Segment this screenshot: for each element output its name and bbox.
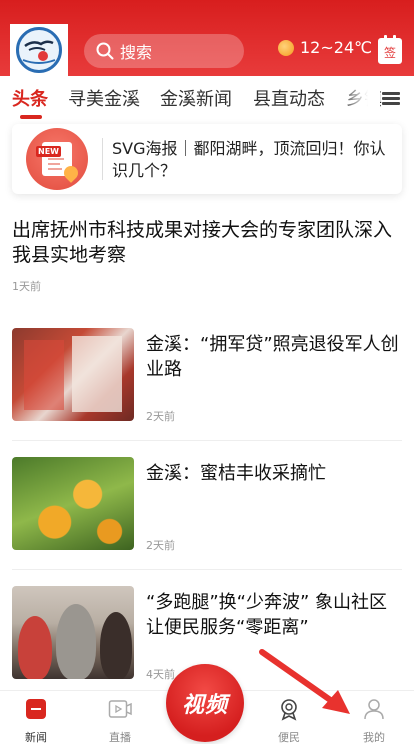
flame-icon: [61, 163, 81, 183]
video-center-button[interactable]: 视频: [166, 664, 244, 742]
news-title: “多跑腿”换“少奔波” 象山社区让便民服务“零距离”: [146, 592, 388, 638]
channel-tabs: 头条 寻美金溪 金溪新闻 县直动态 乡镇: [0, 76, 414, 120]
search-bar[interactable]: 搜索: [84, 34, 244, 68]
nav-profile[interactable]: 我的: [344, 697, 404, 744]
weather-temperature: 12~24℃: [300, 38, 373, 57]
promo-text: SVG海报｜鄱阳湖畔，顶流回归！你认识几个？: [112, 139, 386, 180]
news-thumbnail: [12, 586, 134, 679]
nav-label: 我的: [363, 731, 385, 744]
list-divider: [12, 440, 402, 441]
news-icon: [26, 699, 46, 719]
nav-label: 直播: [109, 731, 131, 744]
list-divider: [12, 569, 402, 570]
news-time: 2天前: [146, 539, 175, 552]
feature-article-title[interactable]: 出席抚州市科技成果对接大会的专家团队深入我县实地考察: [12, 218, 404, 268]
logo-emblem-icon: [16, 27, 62, 73]
news-title: 金溪：蜜桔丰收采摘忙: [146, 463, 326, 484]
active-tab-indicator: [20, 115, 42, 119]
nav-label: 新闻: [25, 731, 47, 744]
news-time: 4天前: [146, 668, 175, 681]
list-item[interactable]: 金溪：“拥军贷”照亮退役军人创业路 2天前: [0, 316, 414, 444]
tab-scroll-fade: [340, 76, 380, 120]
nav-news[interactable]: 新闻: [6, 697, 66, 744]
search-placeholder: 搜索: [120, 43, 153, 62]
app-logo: [10, 24, 68, 76]
nav-live[interactable]: 直播: [90, 697, 150, 744]
news-time: 2天前: [146, 410, 175, 423]
search-icon: [96, 42, 114, 60]
feature-article-time: 1天前: [12, 280, 41, 293]
service-icon: [281, 699, 297, 721]
nav-label: 便民: [278, 731, 300, 744]
new-poster-icon: NEW: [26, 128, 88, 190]
promo-divider: [102, 138, 103, 180]
nav-service[interactable]: 便民: [259, 697, 319, 744]
live-icon: [108, 700, 132, 718]
signin-calendar-button[interactable]: 签: [378, 35, 402, 64]
video-button-label: 视频: [181, 693, 228, 718]
profile-icon: [364, 699, 384, 720]
promo-card[interactable]: NEW SVG海报｜鄱阳湖畔，顶流回归！你认识几个？: [12, 124, 402, 194]
news-title: 金溪：“拥军贷”照亮退役军人创业路: [146, 334, 399, 380]
app-header: 搜索 12~24℃ 签: [0, 0, 414, 76]
channel-menu-icon[interactable]: [382, 92, 400, 106]
sun-icon: [278, 39, 294, 56]
tab-headlines[interactable]: 头条: [12, 85, 48, 111]
news-thumbnail: [12, 457, 134, 550]
weather-widget[interactable]: 12~24℃: [278, 38, 372, 57]
news-thumbnail: [12, 328, 134, 421]
signin-label: 签: [383, 46, 396, 60]
new-badge: NEW: [36, 146, 61, 157]
tab-discover-jinxi[interactable]: 寻美金溪: [68, 85, 140, 111]
tab-jinxi-news[interactable]: 金溪新闻: [160, 85, 232, 111]
list-item[interactable]: 金溪：蜜桔丰收采摘忙 2天前: [0, 445, 414, 573]
tab-county-updates[interactable]: 县直动态: [253, 85, 325, 111]
